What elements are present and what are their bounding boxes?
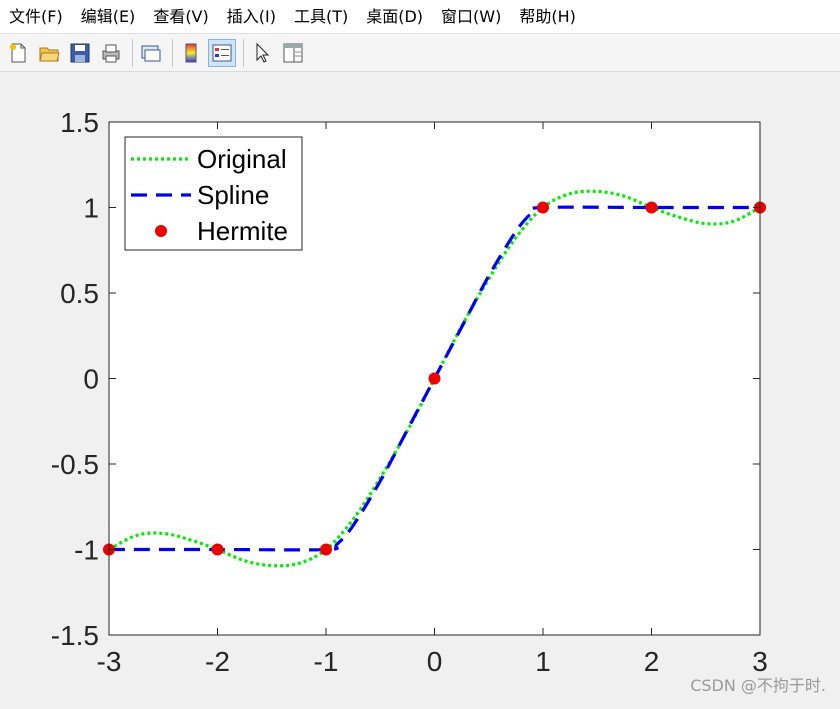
y-tick-label: 0	[83, 364, 99, 395]
x-tick-label: -1	[314, 646, 339, 677]
menu-insert[interactable]: 插入(I)	[218, 0, 285, 33]
plot-svg: -3 -2 -1 0 1 2 31.510.50-0.5-1-1.5OriginalSpli…	[51, 107, 768, 677]
colorbar-button[interactable]	[177, 39, 205, 67]
legend-label: Spline	[197, 180, 269, 210]
figure-canvas: -3 -2 -1 0 1 2 3 1.5 1 0.5 0 -0.5 -1 -1.5 Original Spli…	[0, 73, 840, 704]
toolbar-separator	[132, 38, 133, 67]
menu-file[interactable]: 文件(F)	[0, 0, 72, 33]
y-tick-label: 1.5	[60, 107, 99, 138]
y-tick-label: -0.5	[51, 449, 99, 480]
hermite-marker	[211, 543, 224, 556]
new-file-button[interactable]	[4, 39, 32, 67]
open-folder-icon	[39, 47, 60, 61]
save-icon	[70, 43, 90, 62]
save-button[interactable]	[66, 39, 94, 67]
menu-tools[interactable]: 工具(T)	[285, 0, 357, 33]
figure-toolbar	[0, 34, 840, 72]
pointer-icon	[256, 42, 270, 63]
menu-help[interactable]: 帮助(H)	[510, 0, 585, 33]
y-tick-label: -1.5	[51, 620, 99, 651]
hermite-marker	[645, 201, 658, 214]
link-plot-icon	[141, 45, 161, 61]
hermite-marker	[320, 543, 332, 556]
menu-window[interactable]: 窗口(W)	[432, 0, 510, 33]
legend-icon	[212, 44, 232, 61]
x-tick-label: 2	[644, 646, 660, 677]
menu-desktop[interactable]: 桌面(D)	[357, 0, 432, 33]
legend-label: Hermite	[197, 216, 288, 246]
property-editor-icon	[283, 43, 303, 62]
watermark: CSDN @不拘于时.	[690, 676, 826, 695]
print-icon	[102, 44, 120, 62]
toolbar-separator	[172, 38, 173, 67]
legend-button[interactable]	[208, 38, 236, 67]
x-tick-label: -2	[205, 646, 230, 677]
colorbar-icon	[185, 43, 197, 62]
print-button[interactable]	[97, 39, 125, 67]
x-tick-label: -3	[97, 646, 122, 677]
legend-label: Original	[197, 144, 287, 174]
property-editor-button[interactable]	[279, 39, 307, 67]
y-tick-label: -1	[74, 535, 99, 566]
toolbar-separator	[243, 38, 244, 67]
y-tick-label: 1	[83, 193, 99, 224]
menu-edit[interactable]: 编辑(E)	[72, 0, 145, 33]
y-tick-label: 0.5	[60, 278, 99, 309]
menu-view[interactable]: 查看(V)	[144, 0, 217, 33]
x-tick-label: 1	[535, 646, 551, 677]
menu-bar: 文件(F) 编辑(E) 查看(V) 插入(I) 工具(T) 桌面(D) 窗口(W…	[0, 0, 840, 34]
hermite-marker	[428, 372, 441, 385]
new-file-icon	[10, 43, 26, 62]
open-button[interactable]	[35, 39, 63, 67]
pointer-button[interactable]	[248, 39, 276, 67]
legend-marker	[155, 225, 167, 237]
link-plot-button[interactable]	[137, 39, 165, 67]
hermite-marker	[537, 201, 549, 214]
x-tick-label: 0	[427, 646, 443, 677]
